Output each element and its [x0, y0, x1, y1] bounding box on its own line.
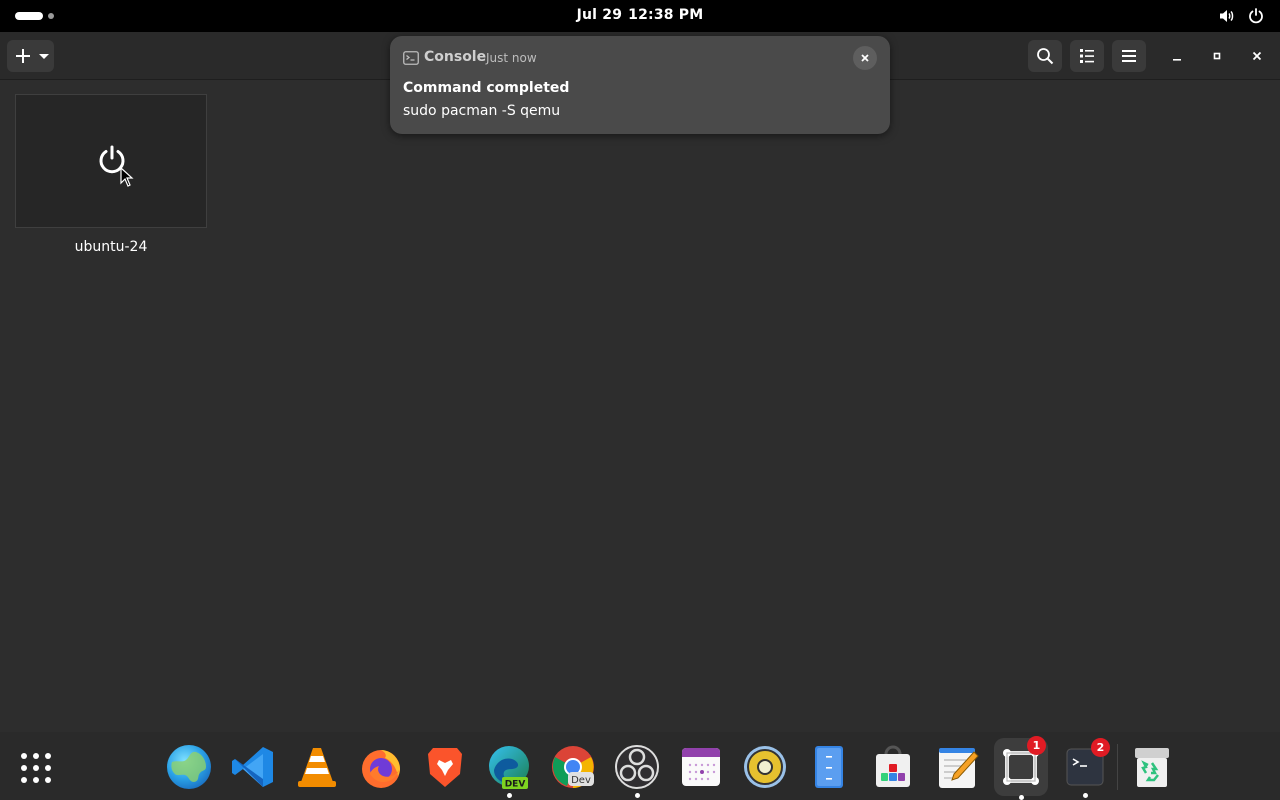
clock-time: 12:38 PM [628, 7, 704, 23]
svg-text:DEV: DEV [505, 780, 526, 790]
notification-title: Command completed [403, 80, 570, 96]
view-list-icon [1080, 49, 1094, 63]
globe-icon [167, 745, 211, 789]
activities-indicator[interactable] [12, 9, 58, 23]
software-store-icon [876, 745, 910, 787]
running-indicator [506, 793, 512, 798]
plus-icon [15, 49, 49, 63]
speaker-icon [744, 746, 786, 788]
trash-icon [1135, 748, 1169, 787]
volume-icon[interactable] [1218, 7, 1236, 25]
dock-calendar[interactable] [674, 740, 728, 794]
minimize-icon [1173, 59, 1181, 61]
close-icon [1252, 51, 1262, 61]
dock-chrome-dev[interactable]: Dev [546, 740, 600, 794]
dock-console[interactable]: 2 [1058, 738, 1112, 798]
edge-dev-icon: DEV [489, 746, 529, 790]
vscode-icon [232, 747, 273, 787]
vm-name-label[interactable]: ubuntu-24 [15, 239, 207, 255]
svg-text:Dev: Dev [571, 775, 591, 786]
firefox-icon [362, 750, 400, 788]
dock-edge-dev[interactable]: DEV [482, 740, 536, 798]
notification-badge: 2 [1091, 738, 1110, 757]
vm-thumbnail[interactable] [15, 94, 207, 228]
dock-boxes[interactable]: 1 [994, 736, 1048, 800]
clock-date: Jul 29 [576, 7, 623, 23]
dock-vscode[interactable] [226, 740, 280, 794]
dock-separator [1117, 744, 1118, 790]
search-button[interactable] [1028, 40, 1062, 72]
power-icon[interactable] [1247, 7, 1265, 25]
notification-body: sudo pacman -S qemu [403, 103, 561, 119]
workspace-active-indicator [15, 12, 43, 20]
dock-text-editor[interactable] [930, 740, 984, 794]
minimize-button[interactable] [1163, 42, 1191, 70]
maximize-icon [1213, 52, 1221, 60]
dock-brave[interactable] [418, 740, 472, 794]
notification-badge: 1 [1027, 736, 1046, 755]
hamburger-menu-icon [1122, 50, 1136, 62]
app-grid-icon[interactable] [20, 752, 52, 788]
dock-vlc[interactable] [290, 740, 344, 794]
mouse-cursor-icon [120, 166, 134, 191]
dock: DEV Dev 1 2 [0, 732, 1280, 800]
dock-software[interactable] [866, 740, 920, 794]
terminal-icon [403, 50, 419, 69]
clock[interactable]: Jul 29 12:38 PM [540, 7, 740, 23]
dock-web-browser[interactable] [162, 740, 216, 794]
search-icon [1037, 48, 1054, 65]
maximize-button[interactable] [1203, 42, 1231, 70]
running-indicator [1018, 795, 1024, 800]
file-cabinet-icon [815, 746, 843, 788]
brave-icon [428, 748, 462, 787]
workspace-inactive-indicator [48, 13, 54, 19]
notification-close-button[interactable] [853, 46, 877, 70]
dock-firefox[interactable] [354, 740, 408, 794]
obs-icon [615, 745, 659, 789]
notification-time: Just now [486, 51, 537, 65]
view-mode-button[interactable] [1070, 40, 1104, 72]
close-window-button[interactable] [1243, 42, 1271, 70]
new-vm-button[interactable] [7, 40, 54, 72]
vlc-icon [298, 748, 336, 787]
running-indicator [1082, 793, 1088, 798]
top-bar: Jul 29 12:38 PM [0, 0, 1280, 32]
calendar-icon [682, 748, 720, 786]
dock-trash[interactable] [1125, 740, 1179, 794]
notification-banner[interactable]: Console Just now Command completed sudo … [390, 36, 890, 134]
text-editor-icon [939, 748, 979, 788]
dock-file-cabinet[interactable] [802, 740, 856, 794]
close-icon [861, 54, 869, 62]
chrome-dev-icon: Dev [552, 746, 594, 788]
notification-app-name: Console [424, 49, 487, 65]
dock-rhythmbox[interactable] [738, 740, 792, 794]
main-menu-button[interactable] [1112, 40, 1146, 72]
running-indicator [634, 793, 640, 798]
dock-obs[interactable] [610, 740, 664, 798]
